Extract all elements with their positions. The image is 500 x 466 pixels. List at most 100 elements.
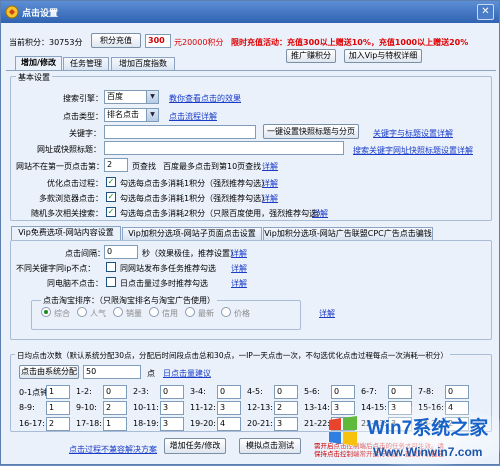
hour-slot-input[interactable]: 3 xyxy=(217,401,241,415)
hour-slot-label: 20-21: xyxy=(247,419,273,428)
hour-slot-input[interactable]: 0 xyxy=(217,385,241,399)
sort-radio-4[interactable] xyxy=(185,307,195,317)
keyword-input[interactable] xyxy=(104,125,256,139)
recharge-button[interactable]: 积分充值 xyxy=(91,33,141,48)
hour-slot-label: 16-17: xyxy=(19,419,45,428)
engine-value: 百度 xyxy=(107,92,123,101)
same-pc-checkbox[interactable] xyxy=(106,277,116,287)
auto-assign-suffix: 点 xyxy=(147,369,155,378)
auto-assign-link[interactable]: 日点击量建议 xyxy=(163,368,211,379)
multi-browser-text: 勾选每点击多消耗1积分（强烈推荐勾选） xyxy=(120,194,270,203)
vip-button[interactable]: 加入Vip与特权详细 xyxy=(344,49,422,63)
settings-window: 点击设置 ✕ 当前积分：30753分 积分充值 300 元20000积分 限时充… xyxy=(0,0,500,466)
interval-link[interactable]: 详解 xyxy=(231,248,247,259)
engine-select[interactable]: 百度 ▼ xyxy=(104,90,159,104)
basic-settings-label: 基本设置 xyxy=(16,72,52,83)
tab-add-edit[interactable]: 增加/修改 xyxy=(15,56,62,70)
multi-browser-label: 多款浏览器点击： xyxy=(39,194,103,203)
hour-slot-input[interactable]: 0 xyxy=(445,385,469,399)
ip-checkbox[interactable] xyxy=(106,262,116,272)
sort-option-4: 最新 xyxy=(198,309,214,318)
subtab-vip-subpage[interactable]: Vip加积分选项-网站子页面点击设置 xyxy=(122,227,262,240)
hour-slot-input[interactable]: 0 xyxy=(388,385,412,399)
hour-slot-label: 11-12: xyxy=(190,403,216,412)
url-help-link[interactable]: 搜索关键字网址快照标题设置详解 xyxy=(353,145,473,156)
sort-option-3: 信用 xyxy=(162,309,178,318)
tab-baidu-index[interactable]: 增加百度指数 xyxy=(111,57,175,70)
page-number-input[interactable]: 2 xyxy=(104,158,128,172)
auto-assign-input[interactable]: 50 xyxy=(83,365,141,379)
subtab-vip-free[interactable]: Vip免费选项-网站内容设置 xyxy=(11,226,121,240)
hour-slot-label: 10-11: xyxy=(133,403,159,412)
amount-input[interactable]: 300 xyxy=(145,34,171,48)
close-button[interactable]: ✕ xyxy=(477,4,494,20)
promo-text: 限时充值活动：充值300以上赠送10%，充值1000以上赠送20% xyxy=(231,38,469,47)
engine-link[interactable]: 教你查看点击的效果 xyxy=(169,93,241,104)
hour-slot-input[interactable]: 0 xyxy=(274,385,298,399)
hour-slot-input[interactable]: 4 xyxy=(217,417,241,431)
hour-slot-input[interactable]: 1 xyxy=(46,385,70,399)
click-type-value: 排名点击 xyxy=(107,110,139,119)
hour-slot-input[interactable]: 2 xyxy=(46,417,70,431)
ip-label: 不同关键字同ip不点： xyxy=(16,264,96,273)
fetch-title-button[interactable]: 一键设置快照标题与分页 xyxy=(263,124,359,139)
hour-slot-label: 6-7: xyxy=(361,387,377,396)
same-pc-label: 同电脑不点击： xyxy=(47,279,103,288)
page-detail-link[interactable]: 详解 xyxy=(262,161,278,172)
watermark-brand: Win7系统之家 xyxy=(367,416,489,439)
multi-browser-checkbox[interactable]: ✓ xyxy=(106,192,116,202)
opt-click-checkbox[interactable]: ✓ xyxy=(106,177,116,187)
sort-radio-3[interactable] xyxy=(149,307,159,317)
hour-slot-input[interactable]: 1 xyxy=(103,417,127,431)
opt-click-link[interactable]: 详解 xyxy=(262,178,278,189)
sort-option-5: 价格 xyxy=(234,309,250,318)
sort-option-2: 销量 xyxy=(126,309,142,318)
tab-task-manage[interactable]: 任务管理 xyxy=(63,57,109,70)
hour-slot-input[interactable]: 0 xyxy=(160,385,184,399)
interval-label: 点击间隔： xyxy=(65,249,105,258)
not-first-label: 网站不在第一页点击第： xyxy=(16,162,104,171)
sort-radio-2[interactable] xyxy=(113,307,123,317)
hour-slot-input[interactable]: 2 xyxy=(103,401,127,415)
click-type-link[interactable]: 点击流程详解 xyxy=(169,111,217,122)
opt-click-label: 优化点击过程： xyxy=(47,179,103,188)
keyword-help-link[interactable]: 关键字与标题设置详解 xyxy=(373,128,453,139)
hour-slot-input[interactable]: 1 xyxy=(46,401,70,415)
random-kw-link[interactable]: 详解 xyxy=(312,208,328,219)
page-suffix: 页查找 xyxy=(132,162,156,171)
hour-slot-input[interactable]: 3 xyxy=(274,417,298,431)
interval-hint: 秒（效果极佳，推荐设置） xyxy=(142,249,238,258)
hour-slot-label: 5-6: xyxy=(304,387,320,396)
url-input[interactable] xyxy=(104,141,344,155)
subtab-vip-cpc[interactable]: Vip加积分选项-网站广告联盟CPC广告点击骗钱 xyxy=(263,227,433,240)
multi-browser-link[interactable]: 详解 xyxy=(262,193,278,204)
hour-slot-label: 4-5: xyxy=(247,387,263,396)
hour-slot-label: 8-9: xyxy=(19,403,35,412)
sort-radio-1[interactable] xyxy=(77,307,87,317)
ip-link[interactable]: 详解 xyxy=(231,263,247,274)
random-kw-checkbox[interactable]: ✓ xyxy=(106,207,116,217)
taobao-sort-label: 点击淘宝排序：（只限淘宝排名与淘宝广告使用） xyxy=(41,295,217,306)
engine-label: 搜索引擎： xyxy=(63,94,103,103)
random-kw-label: 随机多次相关搜索： xyxy=(31,209,103,218)
sort-radio-5[interactable] xyxy=(221,307,231,317)
simulate-click-button[interactable]: 模拟点击测试 xyxy=(239,438,301,454)
sort-link[interactable]: 详解 xyxy=(319,308,335,319)
help-link[interactable]: 点击过程不兼容解决方案 xyxy=(69,444,157,455)
hour-slot-input[interactable]: 0 xyxy=(103,385,127,399)
hour-slot-label: 18-19: xyxy=(133,419,159,428)
hour-slot-input[interactable]: 2 xyxy=(274,401,298,415)
hour-slot-label: 2-3: xyxy=(133,387,149,396)
promote-button[interactable]: 推广赚积分 xyxy=(286,49,336,63)
add-task-button[interactable]: 增加任务/修改 xyxy=(164,438,226,454)
sort-option-1: 人气 xyxy=(90,309,106,318)
hour-slot-input[interactable]: 0 xyxy=(331,385,355,399)
sort-radio-0[interactable] xyxy=(41,307,51,317)
page-hint: 百度最多点击到第10页查找 xyxy=(163,162,262,171)
auto-assign-button[interactable]: 点击由系统分配 xyxy=(19,365,79,379)
click-type-select[interactable]: 排名点击 ▼ xyxy=(104,108,159,122)
hour-slot-input[interactable]: 3 xyxy=(160,401,184,415)
interval-input[interactable]: 0 xyxy=(104,245,138,259)
same-pc-link[interactable]: 详解 xyxy=(231,278,247,289)
hour-slot-input[interactable]: 3 xyxy=(160,417,184,431)
